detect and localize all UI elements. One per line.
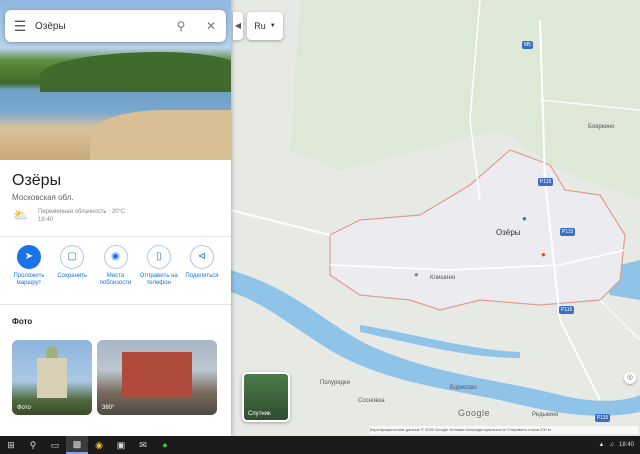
network-icon[interactable]: ▲: [599, 442, 605, 448]
photo-thumbnail[interactable]: 360°: [97, 340, 217, 415]
action-label: Поделиться: [185, 273, 219, 279]
menu-icon[interactable]: ☰: [5, 18, 35, 35]
photos-heading: Фото: [12, 317, 33, 326]
chevron-down-icon: ▼: [269, 23, 276, 29]
satellite-toggle-button[interactable]: Спутник: [242, 372, 290, 422]
map-label[interactable]: Борисово: [450, 385, 477, 391]
road-number: Р115: [560, 228, 576, 236]
share-icon: ⊲: [190, 245, 214, 269]
road-number: Р115: [595, 414, 611, 422]
language-button[interactable]: Ru ▼: [247, 12, 283, 40]
directions-icon: ➤: [17, 245, 41, 269]
place-title: Озёры: [12, 172, 62, 189]
search-icon[interactable]: ⚲: [166, 19, 196, 33]
location-button[interactable]: ◎: [624, 372, 636, 384]
road-number: Р115: [559, 306, 575, 314]
map-label[interactable]: Клишино: [430, 275, 455, 281]
divider: [0, 304, 231, 305]
divider: [0, 236, 231, 237]
satellite-label: Спутник: [248, 411, 271, 417]
map-label[interactable]: Сосновка: [358, 398, 385, 404]
photo-thumbnail[interactable]: Фото: [12, 340, 92, 415]
action-label: Отправить на телефон: [139, 273, 178, 286]
action-buttons: ➤ Проложить маршрут ▢ Сохранить ◉ Места …: [8, 245, 223, 287]
windows-taskbar: ⊞ ⚲ ▭ ▩ ◉ ▣ ✉ ● ▲ ♫ 18:40: [0, 436, 640, 454]
poi-marker-icon[interactable]: ●: [522, 214, 527, 223]
map-attribution[interactable]: Картографические данные © 2020 Google Ус…: [370, 426, 638, 434]
photo-caption: 360°: [102, 405, 115, 411]
hero-beach: [90, 110, 231, 160]
map-label[interactable]: Полурядки: [320, 380, 350, 386]
chrome-icon[interactable]: ◉: [88, 436, 110, 454]
whatsapp-icon[interactable]: ●: [154, 436, 176, 454]
road-number: Р115: [538, 178, 554, 186]
mail-icon[interactable]: ✉: [132, 436, 154, 454]
hero-hill: [40, 52, 231, 92]
road-number: М5: [522, 41, 533, 49]
poi-marker-icon[interactable]: ●: [414, 270, 419, 279]
language-label: Ru: [254, 21, 266, 31]
save-button[interactable]: ▢ Сохранить: [51, 245, 93, 287]
store-icon[interactable]: ▣: [110, 436, 132, 454]
church-image: [37, 346, 67, 398]
map-label[interactable]: Бояркино: [588, 124, 615, 130]
nearby-icon: ◉: [103, 245, 128, 269]
place-subtitle: Московская обл.: [12, 193, 74, 202]
windows-icon[interactable]: ⊞: [0, 436, 22, 454]
building-image: [122, 352, 192, 397]
explorer-icon[interactable]: ▩: [66, 436, 88, 454]
share-button[interactable]: ⊲ Поделиться: [181, 245, 223, 287]
map-label-city[interactable]: Озёры: [496, 228, 521, 237]
system-tray[interactable]: ▲ ♫ 18:40: [599, 442, 640, 448]
action-label: Места поблизости: [99, 273, 132, 286]
place-panel: Озёры Московская обл. ⛅ Переменная облач…: [0, 0, 231, 436]
clock[interactable]: 18:40: [619, 442, 634, 448]
weather-line: Переменная облачность · 20°C: [38, 209, 126, 215]
location-pin-icon[interactable]: ●: [541, 250, 546, 259]
volume-icon[interactable]: ♫: [609, 442, 614, 448]
nearby-button[interactable]: ◉ Места поблизости: [95, 245, 137, 287]
weather-info: Переменная облачность · 20°C 18:40: [38, 208, 125, 224]
action-label: Проложить маршрут: [13, 273, 45, 286]
bookmark-icon: ▢: [60, 245, 85, 269]
directions-button[interactable]: ➤ Проложить маршрут: [8, 245, 50, 287]
send-to-phone-button[interactable]: ▯ Отправить на телефон: [138, 245, 180, 287]
weather-icon: ⛅: [13, 208, 28, 222]
photo-caption: Фото: [17, 405, 31, 411]
weather-time: 18:40: [38, 217, 54, 223]
collapse-panel-button[interactable]: ◀: [233, 12, 243, 40]
search-input[interactable]: Озёры: [35, 21, 166, 32]
action-label: Сохранить: [57, 273, 88, 279]
search-box: ☰ Озёры ⚲ ✕: [5, 10, 226, 42]
task-view-icon[interactable]: ▭: [44, 436, 66, 454]
phone-icon: ▯: [146, 245, 171, 269]
map-label[interactable]: Редькино: [532, 412, 558, 418]
close-icon[interactable]: ✕: [196, 19, 226, 33]
google-logo: Google: [458, 408, 491, 418]
search-icon[interactable]: ⚲: [22, 436, 44, 454]
